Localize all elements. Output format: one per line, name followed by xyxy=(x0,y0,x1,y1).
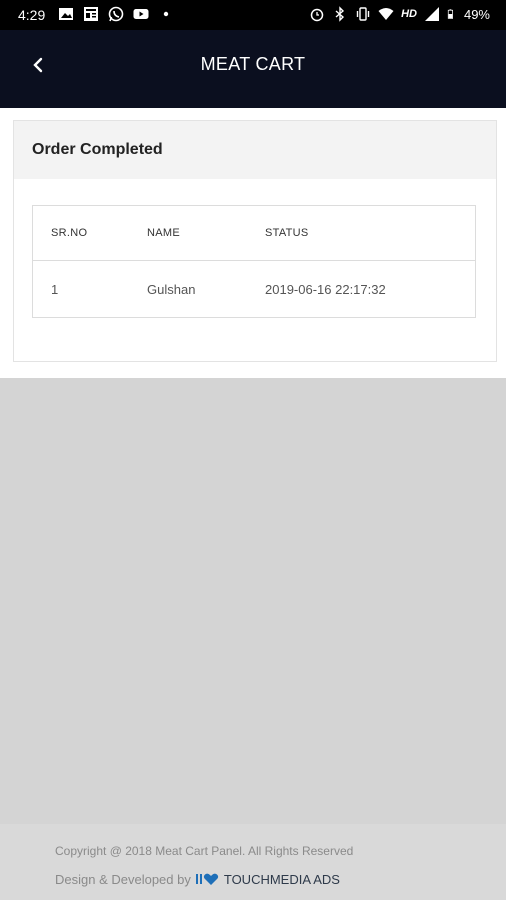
app-bar: MEAT CART xyxy=(0,30,506,108)
status-time: 4:29 xyxy=(18,7,46,23)
footer: Copyright @ 2018 Meat Cart Panel. All Ri… xyxy=(0,824,506,900)
cell-status: 2019-06-16 22:17:32 xyxy=(265,281,386,297)
bluetooth-icon xyxy=(335,6,345,22)
vibrate-icon xyxy=(356,7,370,21)
image-icon xyxy=(59,8,73,20)
developed-by-label: Design & Developed by xyxy=(55,871,191,887)
cell-name: Gulshan xyxy=(147,281,196,297)
copyright-text: Copyright @ 2018 Meat Cart Panel. All Ri… xyxy=(55,844,354,858)
alarm-icon xyxy=(310,8,324,22)
wifi-icon xyxy=(378,8,394,20)
notification-icons xyxy=(58,6,174,22)
dot-icon xyxy=(163,11,169,17)
card-title: Order Completed xyxy=(14,121,496,179)
battery-icon xyxy=(447,9,453,19)
column-header-name: NAME xyxy=(147,205,265,261)
system-icons: HD 49% xyxy=(309,6,490,22)
orders-card: Order Completed SR.NO NAME STATUS 1 Guls… xyxy=(13,120,497,362)
battery-level: 49% xyxy=(463,6,490,22)
heart-logo-icon xyxy=(195,873,219,885)
youtube-icon xyxy=(133,9,149,19)
page-title: MEAT CART xyxy=(200,54,306,74)
developer-credit: Design & Developed by TOUCHMEDIA ADS xyxy=(55,871,340,887)
signal-icon xyxy=(424,7,439,21)
brand-name: TOUCHMEDIA ADS xyxy=(223,871,340,887)
table-row[interactable]: 1 Gulshan 2019-06-16 22:17:32 xyxy=(33,261,476,318)
column-header-sr-no: SR.NO xyxy=(32,205,147,261)
cell-sr-no: 1 xyxy=(51,281,59,297)
news-icon xyxy=(84,7,98,21)
whatsapp-icon xyxy=(108,6,124,22)
orders-table: SR.NO NAME STATUS 1 Gulshan 2019-06-16 2… xyxy=(32,205,476,318)
network-type: HD xyxy=(401,8,417,20)
main-content: Order Completed SR.NO NAME STATUS 1 Guls… xyxy=(0,108,506,378)
status-bar: 4:29 HD 49% xyxy=(0,0,506,30)
table-header-row: SR.NO NAME STATUS xyxy=(32,205,476,261)
column-header-status: STATUS xyxy=(265,205,476,261)
developer-brand[interactable]: TOUCHMEDIA ADS xyxy=(195,871,340,887)
